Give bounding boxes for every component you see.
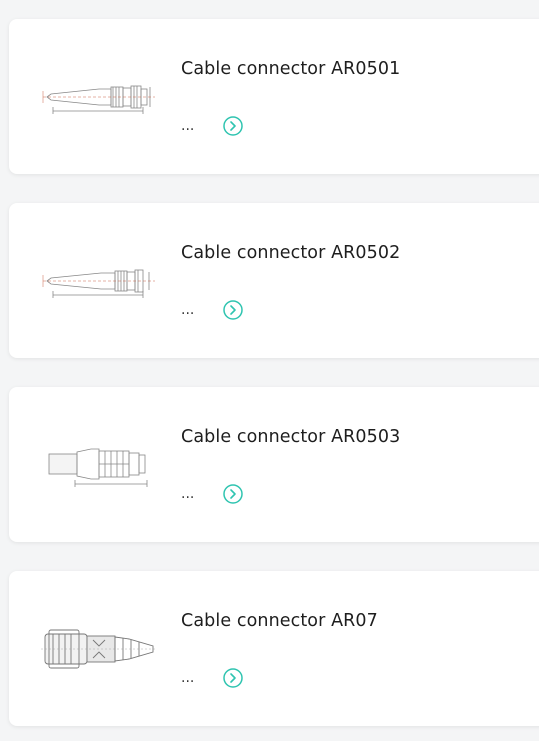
product-image[interactable] bbox=[39, 611, 159, 686]
chevron-right-circle-icon[interactable] bbox=[223, 668, 243, 688]
connector-drawing-icon bbox=[48, 448, 148, 487]
chevron-right-circle-icon[interactable] bbox=[223, 300, 243, 320]
product-description: ... bbox=[181, 670, 195, 686]
connector-drawing-icon bbox=[42, 85, 155, 114]
product-image[interactable] bbox=[39, 59, 159, 134]
product-image[interactable] bbox=[39, 243, 159, 318]
product-card[interactable]: Cable connector AR0502 ... bbox=[9, 203, 539, 358]
product-title[interactable]: Cable connector AR07 bbox=[181, 611, 378, 631]
product-card[interactable]: Cable connector AR07 ... bbox=[9, 571, 539, 726]
product-card[interactable]: Cable connector AR0503 ... bbox=[9, 387, 539, 542]
product-description: ... bbox=[181, 302, 195, 318]
product-title[interactable]: Cable connector AR0501 bbox=[181, 59, 400, 79]
chevron-right-circle-icon[interactable] bbox=[223, 484, 243, 504]
connector-drawing-icon bbox=[41, 629, 157, 668]
connector-drawing-icon bbox=[42, 269, 155, 298]
product-description: ... bbox=[181, 486, 195, 502]
product-title[interactable]: Cable connector AR0503 bbox=[181, 427, 400, 447]
product-description: ... bbox=[181, 118, 195, 134]
product-title[interactable]: Cable connector AR0502 bbox=[181, 243, 400, 263]
product-image[interactable] bbox=[39, 427, 159, 502]
product-card[interactable]: Cable connector AR0501 ... bbox=[9, 19, 539, 174]
chevron-right-circle-icon[interactable] bbox=[223, 116, 243, 136]
